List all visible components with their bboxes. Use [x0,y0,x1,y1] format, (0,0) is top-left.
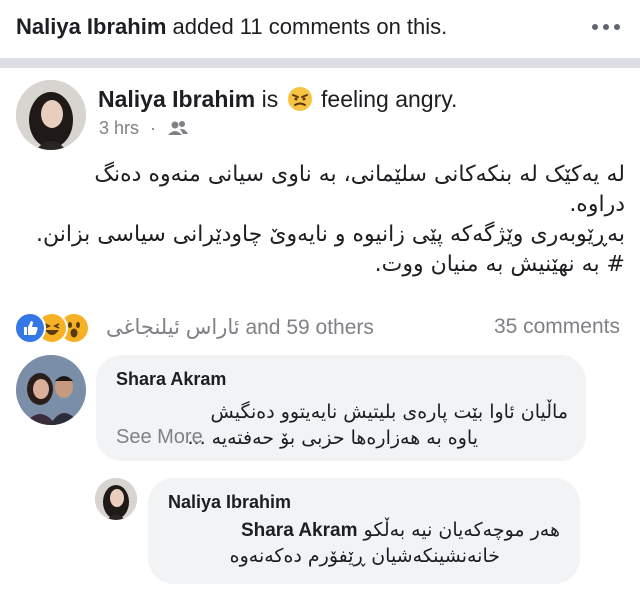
reply-mention[interactable]: Shara Akram [241,520,358,541]
is-word: is [261,86,279,112]
post-meta: 3 hrs · [99,118,189,139]
activity-description: added 11 comments on this. [172,14,448,39]
author-avatar[interactable] [16,80,86,150]
reaction-names[interactable]: ئاراس ئیلنجاغی and 59 others [106,315,374,340]
post-author[interactable]: Naliya Ibrahim [98,86,255,112]
reply-text: هەر موچەکەیان نیە بەڵکو [363,519,560,541]
post-time[interactable]: 3 hrs [99,118,139,138]
post-text-line: دراوە. [569,192,625,217]
post-text: له یەکێک له بنکەکانی سلێمانی، بە ناوی سی… [20,160,625,280]
like-icon [14,312,46,344]
activity-actor[interactable]: Naliya Ibrahim [16,14,166,39]
reply-author[interactable]: Naliya Ibrahim [168,492,291,513]
post-header: Naliya Ibrahim is feeling angry. [98,86,457,113]
post-text-line: بەڕێوبەری وێژگەکە پێی زانیوە و نایەوێ چا… [35,222,625,247]
comment-author[interactable]: Shara Akram [116,369,226,390]
reply-text-line: خانەنشینکەشیان ڕێفۆرم دەکەنەوە [229,545,500,567]
comment-bubble: Shara Akram ماڵیان ئاوا بێت پارەی بلیتیش… [96,355,586,461]
more-horizontal-icon[interactable] [592,20,622,34]
reply-avatar[interactable] [95,478,137,520]
see-more-link[interactable]: See More [116,426,203,449]
feeling-text: feeling angry. [321,86,458,112]
friends-icon [167,120,189,136]
commenter-avatar[interactable] [16,355,86,425]
meta-dot: · [150,118,157,138]
activity-text: Naliya Ibrahim added 11 comments on this… [16,14,447,40]
reply-text-line: هەر موچەکەیان نیە بەڵکو Shara Akram [241,518,560,543]
comment-text-line: یاوە بە هەزارەها حزبی بۆ حەفتەیە ... [187,427,478,449]
comment-count[interactable]: 35 comments [494,315,620,339]
angry-face-icon [287,86,313,112]
activity-header: Naliya Ibrahim added 11 comments on this… [0,0,640,58]
reply-bubble: Naliya Ibrahim هەر موچەکەیان نیە بەڵکو S… [148,478,580,584]
divider [0,58,640,68]
comment-text-line: ماڵیان ئاوا بێت پارەی بلیتیش نایەیتوو دە… [210,401,568,423]
post-text-line: له یەکێک له بنکەکانی سلێمانی، بە ناوی سی… [94,162,625,187]
post-text-line: # بە نهێنیش بە منیان ووت. [374,252,625,277]
